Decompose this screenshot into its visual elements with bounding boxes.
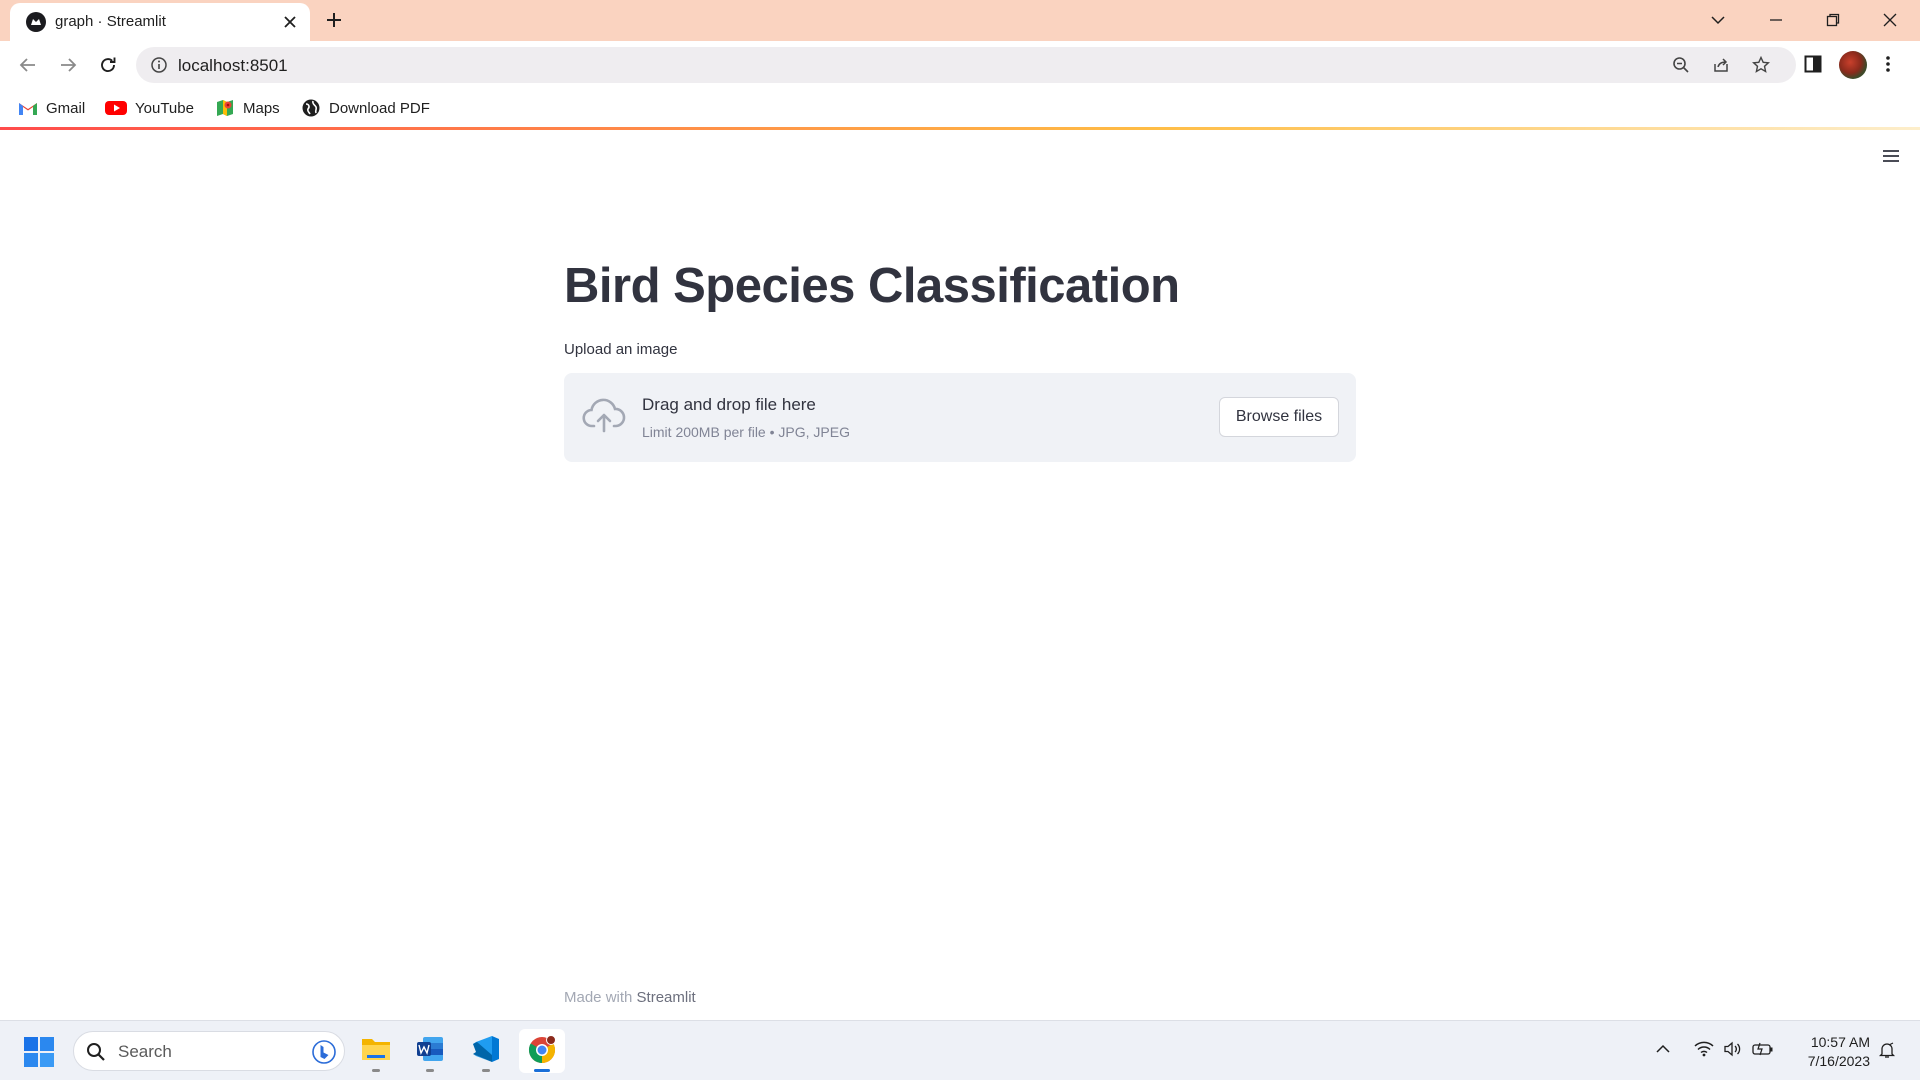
taskbar-file-explorer[interactable] bbox=[353, 1029, 399, 1073]
vscode-icon bbox=[471, 1035, 501, 1063]
reload-icon[interactable] bbox=[98, 55, 118, 75]
zoom-icon[interactable] bbox=[1672, 56, 1690, 74]
bookmark-label: YouTube bbox=[135, 99, 194, 117]
more-menu-icon[interactable] bbox=[1884, 54, 1892, 74]
volume-icon[interactable] bbox=[1723, 1041, 1741, 1057]
taskbar-word[interactable] bbox=[407, 1029, 453, 1073]
taskbar-search-placeholder: Search bbox=[118, 1042, 172, 1061]
bookmark-maps[interactable]: Maps bbox=[215, 97, 280, 119]
taskbar-chrome[interactable] bbox=[519, 1029, 565, 1073]
bookmark-gmail[interactable]: Gmail bbox=[18, 97, 85, 119]
clock-time: 10:57 AM bbox=[1810, 1034, 1870, 1050]
footer-streamlit-link[interactable]: Streamlit bbox=[637, 989, 696, 1006]
wifi-icon[interactable] bbox=[1694, 1041, 1714, 1057]
maps-icon bbox=[215, 98, 235, 118]
chrome-icon bbox=[527, 1035, 557, 1065]
notification-bell-icon[interactable] bbox=[1878, 1041, 1896, 1059]
page-title: Bird Species Classification bbox=[564, 259, 1180, 313]
clock-date: 7/16/2023 bbox=[1807, 1053, 1870, 1069]
footer-prefix: Made with bbox=[564, 989, 633, 1006]
restore-window-icon[interactable] bbox=[1825, 12, 1841, 28]
tab-title: graph · Streamlit bbox=[55, 13, 166, 30]
file-uploader-label: Upload an image bbox=[564, 341, 678, 358]
bookmark-label: Maps bbox=[243, 99, 280, 117]
app-running-indicator bbox=[426, 1069, 434, 1072]
search-icon bbox=[86, 1042, 106, 1062]
side-panel-icon[interactable] bbox=[1803, 54, 1823, 74]
dropzone-instructions: Drag and drop file here bbox=[642, 395, 816, 414]
streamlit-header-decoration bbox=[0, 127, 1920, 130]
taskbar-vscode[interactable] bbox=[463, 1029, 509, 1073]
folder-icon bbox=[361, 1035, 391, 1063]
bookmark-label: Download PDF bbox=[329, 99, 430, 117]
browser-tab-strip: graph · Streamlit bbox=[0, 0, 1920, 41]
bookmark-youtube[interactable]: YouTube bbox=[105, 97, 194, 119]
bookmark-star-icon[interactable] bbox=[1752, 56, 1770, 74]
address-bar[interactable]: localhost:8501 bbox=[136, 47, 1796, 83]
globe-icon bbox=[301, 98, 321, 118]
back-arrow-icon[interactable] bbox=[18, 55, 38, 75]
bookmark-download-pdf[interactable]: Download PDF bbox=[301, 97, 430, 119]
app-running-indicator bbox=[482, 1069, 490, 1072]
tab-search-chevron-icon[interactable] bbox=[1710, 12, 1726, 28]
streamlit-footer: Made with Streamlit bbox=[564, 989, 696, 1006]
new-tab-icon[interactable] bbox=[325, 11, 343, 29]
bookmarks-bar: Gmail YouTube Maps Download PDF bbox=[0, 89, 1920, 127]
taskbar-clock[interactable]: 10:57 AM 7/16/2023 bbox=[1780, 1033, 1870, 1071]
site-info-icon[interactable] bbox=[150, 56, 168, 74]
windows-start-icon[interactable] bbox=[24, 1037, 54, 1067]
word-icon bbox=[415, 1035, 445, 1063]
cloud-upload-icon bbox=[582, 398, 626, 434]
close-window-icon[interactable] bbox=[1882, 12, 1898, 28]
share-icon[interactable] bbox=[1712, 56, 1730, 74]
taskbar-search-box[interactable]: Search bbox=[73, 1031, 345, 1071]
profile-avatar[interactable] bbox=[1839, 51, 1867, 79]
show-hidden-icons-chevron-icon[interactable] bbox=[1655, 1041, 1671, 1057]
app-active-indicator bbox=[534, 1069, 550, 1072]
gmail-icon bbox=[18, 100, 38, 116]
hamburger-menu-icon[interactable] bbox=[1882, 149, 1900, 163]
bing-icon[interactable] bbox=[312, 1040, 336, 1064]
battery-icon[interactable] bbox=[1752, 1041, 1774, 1057]
dropzone-limits: Limit 200MB per file • JPG, JPEG bbox=[642, 424, 850, 440]
file-uploader-dropzone[interactable]: Drag and drop file here Limit 200MB per … bbox=[564, 373, 1356, 462]
browser-tab-active[interactable]: graph · Streamlit bbox=[10, 3, 310, 41]
streamlit-favicon-icon bbox=[26, 12, 46, 32]
minimize-window-icon[interactable] bbox=[1768, 12, 1784, 28]
bookmark-label: Gmail bbox=[46, 99, 86, 117]
app-running-indicator bbox=[372, 1069, 380, 1072]
forward-arrow-icon[interactable] bbox=[58, 55, 78, 75]
url-text: localhost:8501 bbox=[178, 56, 288, 75]
browser-toolbar: localhost:8501 bbox=[0, 41, 1920, 89]
close-tab-icon[interactable] bbox=[282, 14, 298, 30]
youtube-icon bbox=[105, 100, 127, 116]
windows-taskbar: Search 10:57 AM 7/16/2023 bbox=[0, 1020, 1920, 1080]
browse-files-button[interactable]: Browse files bbox=[1219, 397, 1339, 437]
